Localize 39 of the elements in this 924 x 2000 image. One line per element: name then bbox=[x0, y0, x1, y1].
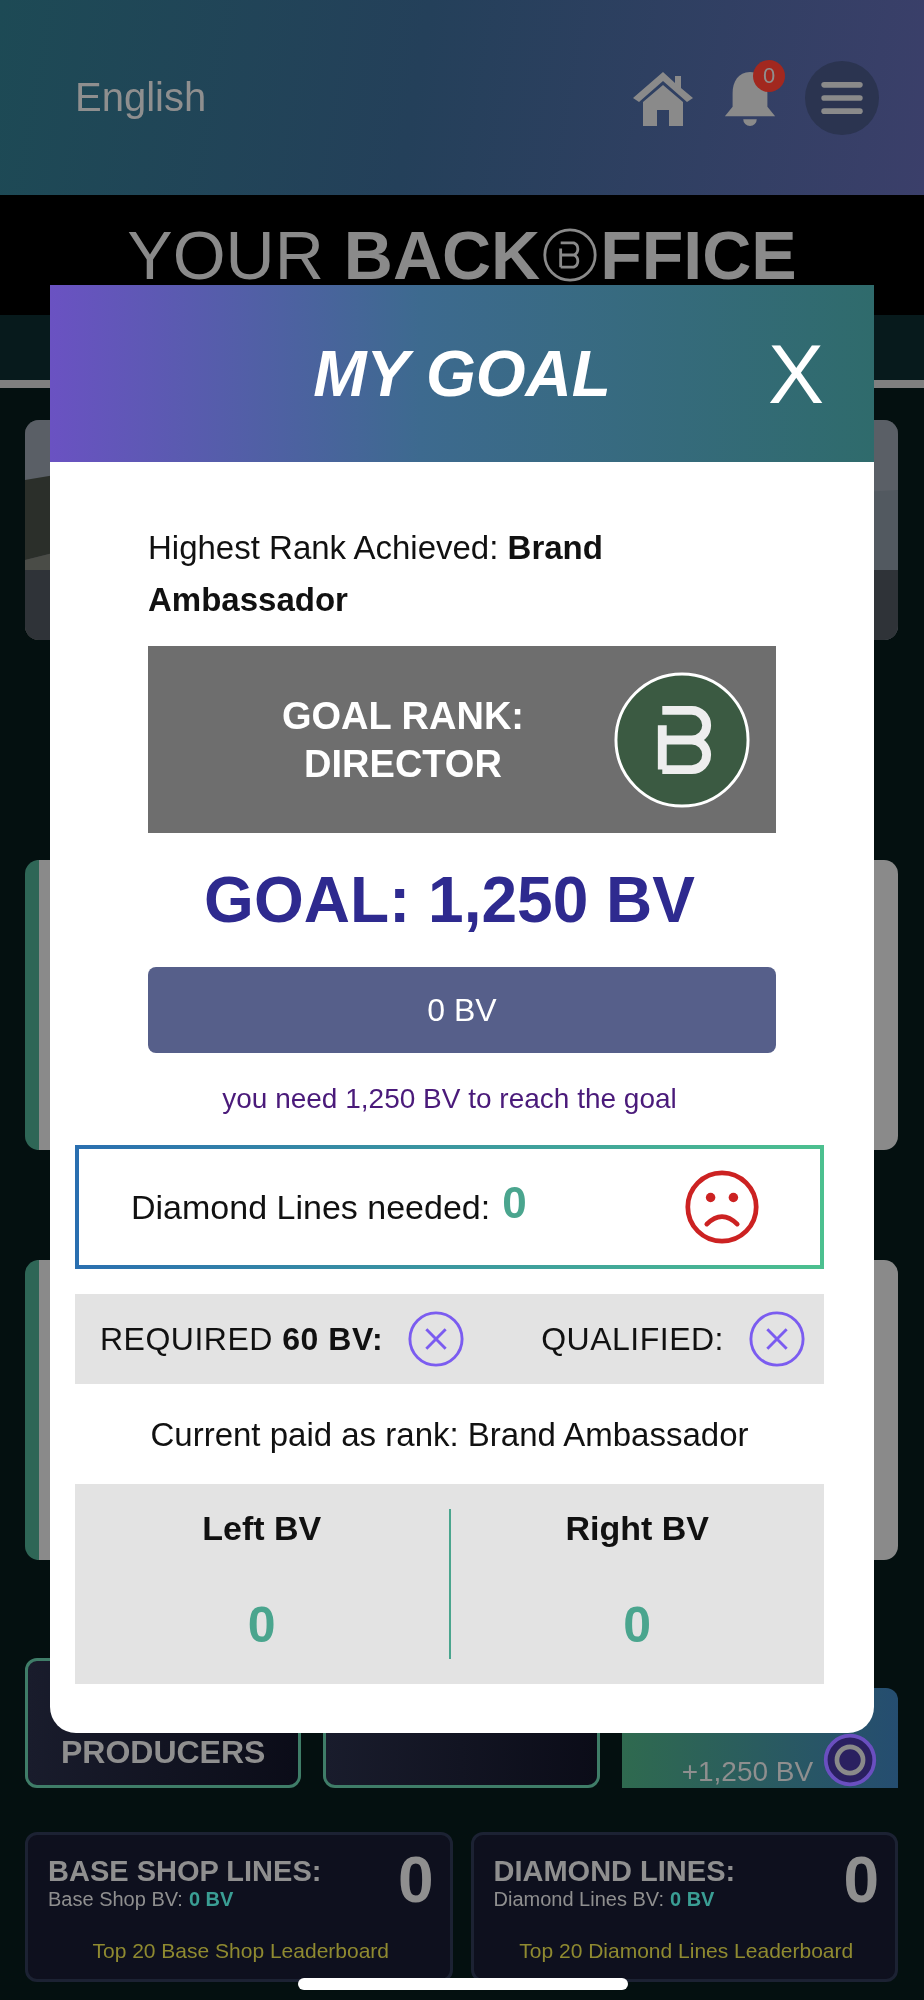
leaderboard-link[interactable]: Top 20 Diamond Lines Leaderboard bbox=[493, 1939, 879, 1963]
paid-as-rank-text: Current paid as rank: Brand Ambassador bbox=[149, 1416, 750, 1454]
logo-text: YOUR bbox=[127, 216, 324, 294]
goal-amount: GOAL: 1,250 BV bbox=[203, 863, 696, 937]
highest-rank-text: Highest Rank Achieved: Brand Ambassador bbox=[148, 528, 604, 620]
bv-value: 0 BV bbox=[669, 1888, 715, 1911]
dialog-title: MY GOAL bbox=[313, 336, 611, 411]
notification-badge: 0 bbox=[753, 59, 785, 92]
leg-value: 0 bbox=[623, 1596, 652, 1654]
requirement-label: REQUIRED 60 BV: bbox=[100, 1320, 384, 1358]
card-title: BASE SHOP LINES: bbox=[48, 1855, 322, 1888]
logo-icon bbox=[542, 227, 599, 283]
leg-value: 0 bbox=[247, 1596, 276, 1654]
diamond-lines-label: Diamond Lines needed: bbox=[131, 1187, 491, 1227]
menu-icon bbox=[821, 81, 863, 114]
rank-logo-icon bbox=[613, 670, 751, 809]
goal-hint: you need 1,250 BV to reach the goal bbox=[221, 1083, 678, 1115]
leg-label: Right BV bbox=[565, 1509, 709, 1548]
goal-rank-text: GOAL RANK: DIRECTOR bbox=[280, 693, 526, 787]
progress-label: 0 BV bbox=[427, 991, 497, 1029]
language-selector[interactable]: English bbox=[75, 75, 207, 120]
close-button[interactable]: X bbox=[767, 325, 824, 422]
logo-text: FFICE bbox=[600, 216, 797, 294]
diamond-lines-value: 0 bbox=[502, 1178, 527, 1228]
lines-card[interactable]: DIAMOND LINES: Diamond Lines BV: 0 BV 0 Top 20 Diamond Lines Leaderboard bbox=[470, 1832, 898, 1982]
logo-text: BACK bbox=[343, 216, 541, 294]
tile-label: PRODUCERS bbox=[60, 1734, 266, 1771]
tile-label: +1,250 BV bbox=[681, 1756, 814, 1788]
lines-count: 0 bbox=[397, 1843, 434, 1917]
bv-label: Diamond Lines BV: bbox=[493, 1888, 664, 1911]
bv-value: 0 BV bbox=[188, 1888, 234, 1911]
requirement-label: QUALIFIED: bbox=[541, 1320, 724, 1358]
lines-count: 0 bbox=[843, 1843, 879, 1917]
lines-card[interactable]: BASE SHOP LINES: Base Shop BV: 0 BV 0 Top 20 Base Shop Leaderboard bbox=[25, 1832, 453, 1982]
card-title: DIAMOND LINES: bbox=[493, 1855, 736, 1888]
target-icon bbox=[822, 1732, 878, 1788]
leg-label: Left BV bbox=[202, 1509, 322, 1548]
bv-label: Base Shop BV: bbox=[48, 1888, 183, 1911]
leaderboard-link[interactable]: Top 20 Base Shop Leaderboard bbox=[48, 1939, 434, 1963]
